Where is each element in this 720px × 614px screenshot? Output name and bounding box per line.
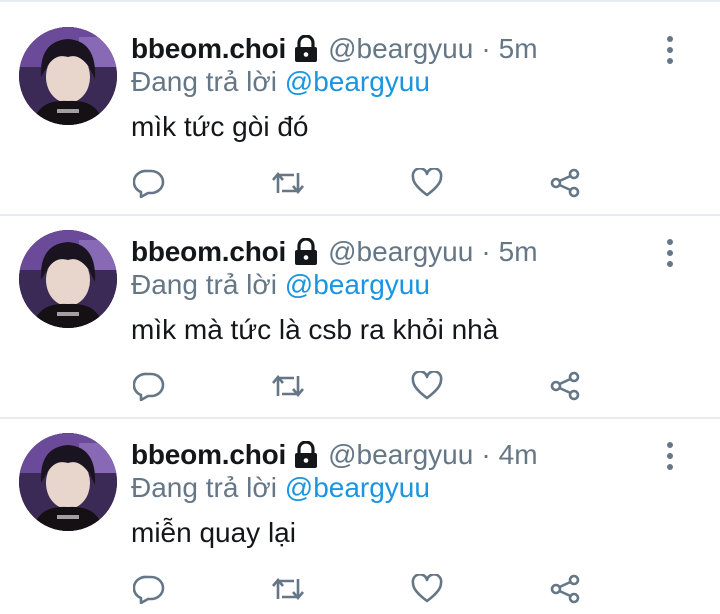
tweet-header: bbeom.choi @beargyuu · 5m	[131, 234, 538, 270]
share-button[interactable]	[547, 167, 583, 203]
user-handle[interactable]: @beargyuu	[328, 236, 473, 268]
retweet-icon	[270, 169, 306, 202]
more-vertical-icon[interactable]	[660, 36, 680, 64]
avatar[interactable]	[19, 230, 117, 328]
separator: ·	[481, 236, 491, 267]
tweet[interactable]: bbeom.choi @beargyuu · 5m Đang trả lời @…	[0, 2, 720, 204]
reply-button[interactable]	[131, 370, 167, 406]
share-button[interactable]	[547, 370, 583, 406]
tweet-header: bbeom.choi @beargyuu · 4m	[131, 437, 538, 473]
tweet-feed: bbeom.choi @beargyuu · 5m Đang trả lời @…	[0, 0, 720, 614]
avatar[interactable]	[19, 433, 117, 531]
separator: ·	[481, 439, 491, 470]
lock-icon	[293, 238, 319, 266]
share-icon	[549, 167, 581, 204]
tweet-text: miễn quay lại	[131, 517, 296, 548]
heart-icon	[411, 166, 443, 203]
mention-link[interactable]: @beargyuu	[285, 269, 430, 300]
replying-to: Đang trả lời @beargyuu	[131, 66, 430, 98]
share-button[interactable]	[547, 573, 583, 609]
tweet-actions	[0, 572, 720, 609]
tweet-actions	[0, 166, 720, 203]
reply-button[interactable]	[131, 167, 167, 203]
more-vertical-icon[interactable]	[660, 442, 680, 470]
lock-icon	[293, 441, 319, 469]
lock-icon	[293, 35, 319, 63]
user-handle[interactable]: @beargyuu	[328, 439, 473, 471]
reply-button[interactable]	[131, 573, 167, 609]
display-name[interactable]: bbeom.choi	[131, 236, 286, 268]
tweet[interactable]: bbeom.choi @beargyuu · 5m Đang trả lời @…	[0, 205, 720, 407]
replying-prefix: Đang trả lời	[131, 66, 277, 97]
share-icon	[549, 370, 581, 407]
reply-icon	[132, 371, 165, 406]
tweet[interactable]: bbeom.choi @beargyuu · 4m Đang trả lời @…	[0, 408, 720, 610]
timestamp[interactable]: 4m	[499, 439, 538, 471]
more-vertical-icon[interactable]	[660, 239, 680, 267]
display-name[interactable]: bbeom.choi	[131, 33, 286, 65]
tweet-header: bbeom.choi @beargyuu · 5m	[131, 31, 538, 67]
retweet-button[interactable]	[270, 573, 306, 609]
like-button[interactable]	[409, 572, 445, 609]
timestamp[interactable]: 5m	[499, 33, 538, 65]
mention-link[interactable]: @beargyuu	[285, 66, 430, 97]
like-button[interactable]	[409, 369, 445, 406]
retweet-icon	[270, 372, 306, 405]
mention-link[interactable]: @beargyuu	[285, 472, 430, 503]
replying-prefix: Đang trả lời	[131, 269, 277, 300]
reply-icon	[132, 168, 165, 203]
heart-icon	[411, 572, 443, 609]
heart-icon	[411, 369, 443, 406]
user-handle[interactable]: @beargyuu	[328, 33, 473, 65]
tweet-text: mìk mà tức là csb ra khỏi nhà	[131, 314, 499, 345]
avatar[interactable]	[19, 27, 117, 125]
tweet-actions	[0, 369, 720, 406]
replying-prefix: Đang trả lời	[131, 472, 277, 503]
reply-icon	[132, 574, 165, 609]
display-name[interactable]: bbeom.choi	[131, 439, 286, 471]
timestamp[interactable]: 5m	[499, 236, 538, 268]
retweet-button[interactable]	[270, 370, 306, 406]
retweet-icon	[270, 575, 306, 608]
retweet-button[interactable]	[270, 167, 306, 203]
replying-to: Đang trả lời @beargyuu	[131, 472, 430, 504]
like-button[interactable]	[409, 166, 445, 203]
separator: ·	[481, 33, 491, 64]
replying-to: Đang trả lời @beargyuu	[131, 269, 430, 301]
tweet-text: mìk tức gòi đó	[131, 111, 309, 142]
share-icon	[549, 573, 581, 610]
